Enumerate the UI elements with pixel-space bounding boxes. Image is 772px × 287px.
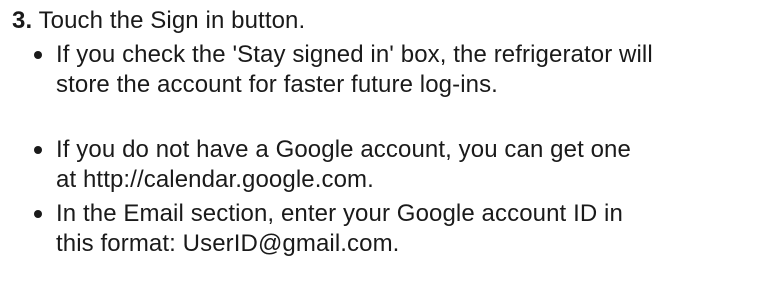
bullet-line: this format: UserID@gmail.com. <box>56 230 400 257</box>
step-number: 3. <box>12 7 33 34</box>
bullet-item: If you check the 'Stay signed in' box, t… <box>12 40 768 100</box>
bullet-dot-icon <box>34 146 42 154</box>
bullet-dot-icon <box>34 210 42 218</box>
bullet-item: In the Email section, enter your Google … <box>12 199 768 259</box>
bullet-dot-icon <box>34 51 42 59</box>
bullet-line: store the account for faster future log-… <box>56 71 498 98</box>
step-heading: 3. Touch the Sign in button. <box>12 6 768 36</box>
bullet-line: If you check the 'Stay signed in' box, t… <box>56 41 653 68</box>
bullet-item: If you do not have a Google account, you… <box>12 135 768 195</box>
step-text: Touch the Sign in button. <box>38 7 306 34</box>
instruction-document: 3. Touch the Sign in button. If you chec… <box>12 6 768 259</box>
bullet-line: If you do not have a Google account, you… <box>56 136 631 163</box>
bullet-line: at http://calendar.google.com. <box>56 166 374 193</box>
bullet-line: In the Email section, enter your Google … <box>56 200 623 227</box>
bullet-list: If you check the 'Stay signed in' box, t… <box>12 40 768 259</box>
